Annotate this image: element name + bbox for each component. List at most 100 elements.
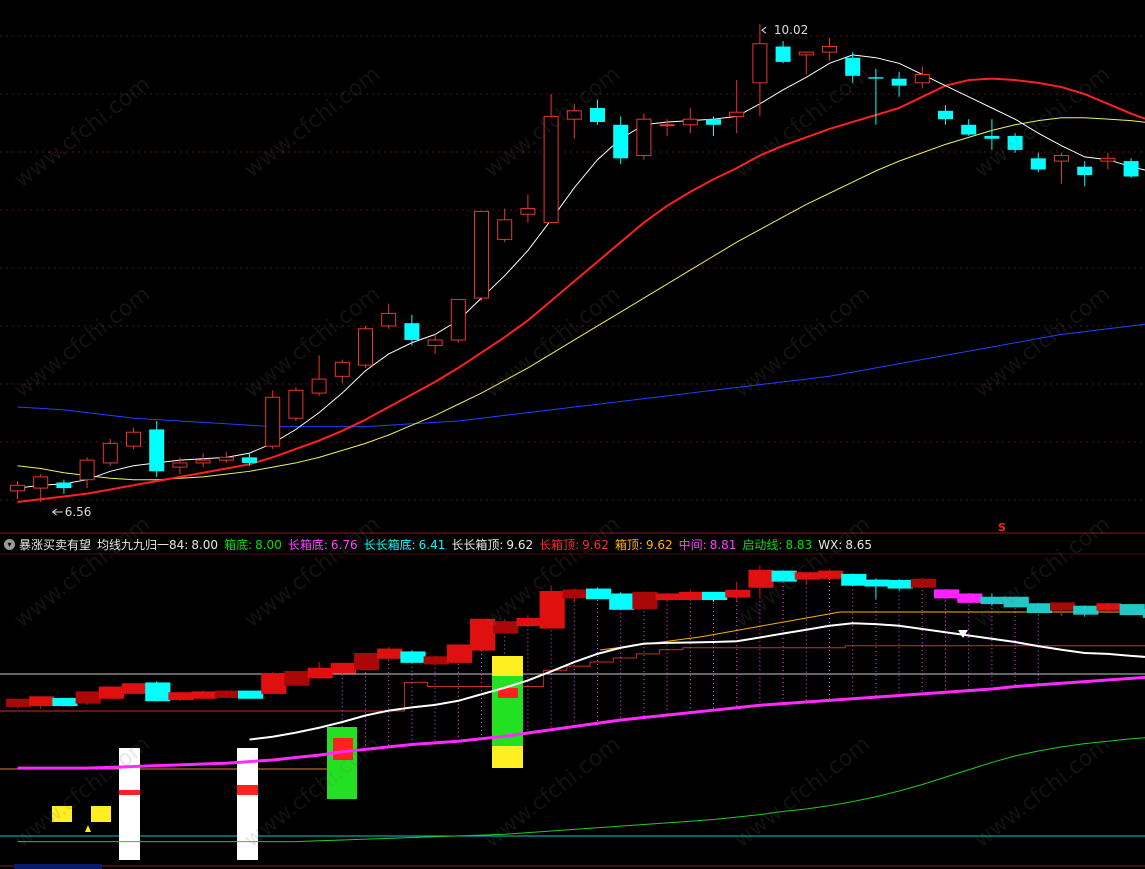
indicator-candle-block [98, 686, 124, 699]
candle-body [218, 456, 234, 461]
candle-body [404, 323, 420, 340]
indicator-candle-block [75, 691, 101, 704]
indicator-candle-block [307, 667, 333, 679]
indicator-candle-block [423, 656, 449, 665]
indicator-candle-block [261, 673, 287, 694]
wx-line [249, 622, 1145, 741]
candle-body [868, 77, 884, 79]
candle-body [149, 429, 165, 472]
candle-body [195, 459, 211, 464]
signal-block-yellow [52, 806, 72, 822]
candle-body [752, 43, 768, 84]
indicator-candle-block [52, 697, 78, 707]
high-price-label: 10.02 [774, 23, 808, 37]
indicator-param-label: 长箱顶: [539, 537, 580, 552]
indicator-candle-block [841, 573, 867, 586]
indicator-candle-block [980, 596, 1006, 605]
long-box-top-line [0, 645, 1145, 712]
indicator-candle-block [818, 570, 844, 579]
indicator-param-value: 8.81 [709, 537, 737, 552]
indicator-param-value: 8.00 [255, 537, 282, 552]
candle-body [961, 124, 977, 135]
signal-mark-red [333, 738, 353, 760]
indicator-param-label: 长箱底: [287, 537, 328, 552]
candle-body [706, 119, 721, 125]
candle-body [636, 118, 652, 157]
signal-mark-red [119, 790, 140, 795]
ma10-line [17, 77, 1145, 504]
high-arrow [761, 26, 767, 34]
indicator-candle-block [655, 593, 681, 600]
indicator-candle-block [29, 696, 55, 707]
indicator-candle-block [191, 691, 217, 699]
indicator-candle-block [586, 588, 612, 600]
ma60-line [17, 323, 1145, 428]
signal-block-white [237, 748, 258, 860]
indicator-param-label: 箱底: [224, 537, 253, 552]
indicator-param-value: 9.62 [506, 537, 534, 552]
candlestick-chart: 10.02 6.56 S [0, 23, 1145, 867]
indicator-name: 暴涨买卖有望 [19, 537, 92, 552]
candle-body [1077, 166, 1093, 176]
candle-body [566, 110, 582, 120]
candle-body [798, 51, 814, 56]
indicator-candle-block [400, 651, 426, 663]
indicator-candle-block [1003, 596, 1029, 608]
candle-body [33, 476, 49, 489]
indicator-candle-block [910, 578, 936, 588]
indicator-param: 箱底: 8.00 [224, 538, 282, 552]
candle-body [938, 110, 953, 120]
candle-body [497, 219, 513, 240]
indicator-candle-block [446, 644, 472, 663]
indicator-candle-block [1026, 603, 1052, 614]
indicator-candle-block [284, 671, 310, 686]
candle-body [682, 118, 698, 126]
indicator-param-value: 6.76 [330, 537, 358, 552]
middle-line [17, 675, 1145, 770]
ma5-line [17, 54, 1145, 489]
candle-body [334, 361, 350, 377]
candle-body [984, 135, 1000, 139]
candle-body [845, 57, 861, 76]
indicator-param-value: 9.62 [582, 537, 609, 552]
ma20-line [17, 117, 1145, 481]
indicator-param: 均线九九归一84: 8.00 [97, 538, 218, 552]
candle-body [288, 389, 304, 419]
indicator-candle-block [122, 683, 148, 694]
buy-triangle-marker [85, 825, 91, 832]
indicator-candle-block [957, 593, 983, 603]
candle-body [381, 312, 397, 327]
indicator-param: 长长箱顶: 9.62 [451, 538, 533, 552]
low-price-label: 6.56 [65, 505, 92, 519]
candle-body [427, 339, 443, 347]
indicator-candle-block [678, 591, 704, 600]
indicator-param: 长箱底: 6.76 [288, 538, 358, 552]
indicator-candle-block [493, 621, 519, 634]
candle-body [1054, 155, 1069, 162]
indicator-candle-block [934, 589, 960, 599]
indicator-candle-block [539, 591, 565, 629]
indicator-candle-block [864, 579, 890, 587]
candle-body [172, 462, 188, 468]
candle-body [1123, 161, 1139, 177]
candle-body [102, 442, 118, 464]
candle-body [1030, 158, 1046, 170]
indicator-candle-block [771, 570, 797, 582]
candle-body [1100, 157, 1116, 162]
indicator-candle-block [1119, 604, 1145, 616]
indicator-candle-block [632, 591, 658, 609]
indicator-collapse-icon[interactable]: ▾ [4, 538, 15, 550]
indicator-param-label: 中间: [678, 537, 707, 552]
candle-body [358, 328, 373, 366]
indicator-candle-block [725, 589, 751, 598]
indicator-param: 箱顶: 9.62 [615, 538, 673, 552]
indicator-param-value: 8.65 [845, 537, 873, 552]
indicator-candle-block [214, 690, 240, 698]
indicator-candle-block [6, 698, 32, 707]
indicator-candle-block [516, 617, 542, 627]
signal-block-white [119, 748, 140, 860]
indicator-param: 中间: 8.81 [679, 538, 737, 552]
indicator-candle-block [1073, 605, 1099, 615]
indicator-param-label: WX: [818, 537, 843, 552]
sell-signal-marker: S [998, 521, 1006, 534]
